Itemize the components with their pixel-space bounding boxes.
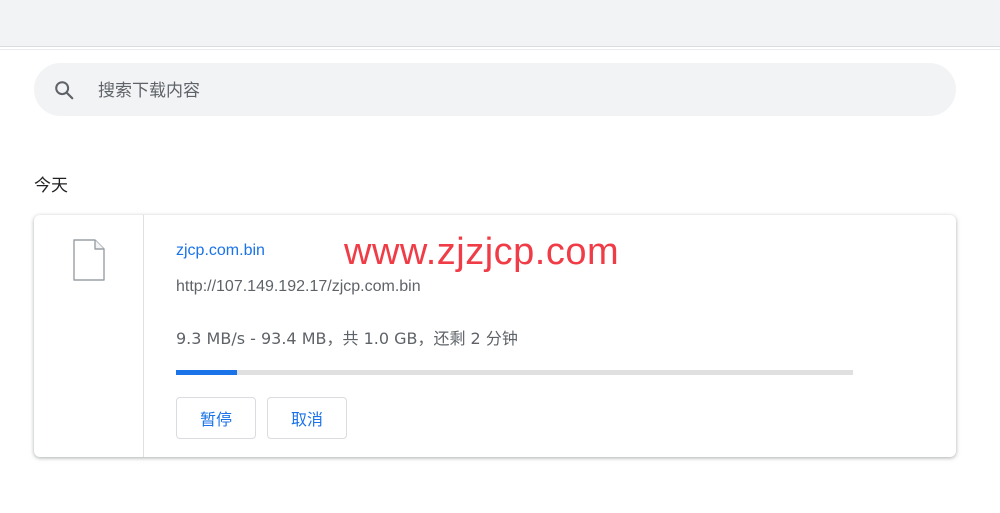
download-status: 9.3 MB/s - 93.4 MB，共 1.0 GB，还剩 2 分钟 [176,329,518,348]
toolbar-divider [0,49,1000,50]
search-bar[interactable] [34,63,956,116]
progress-fill [176,370,237,375]
cancel-button[interactable]: 取消 [267,397,347,439]
download-item-card: zjcp.com.bin www.zjzjcp.com http://107.1… [34,215,956,457]
card-divider [143,215,144,457]
watermark-text: www.zjzjcp.com [344,231,620,273]
pause-button[interactable]: 暂停 [176,397,256,439]
file-name-link[interactable]: zjcp.com.bin [176,242,265,260]
file-url: http://107.149.192.17/zjcp.com.bin [176,278,421,295]
search-input[interactable] [96,77,920,105]
search-icon[interactable] [53,79,75,101]
file-icon [72,239,106,281]
progress-bar [176,370,853,375]
section-title-today: 今天 [34,176,68,196]
top-toolbar [0,0,1000,47]
